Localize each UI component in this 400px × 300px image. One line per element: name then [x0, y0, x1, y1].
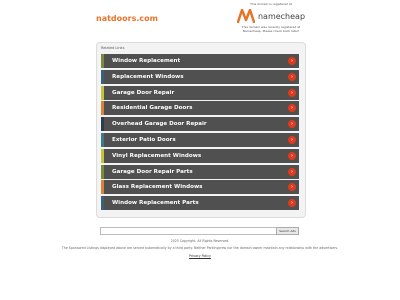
related-links-panel: Related Links Window Replacement › Replace… [96, 42, 306, 218]
arrow-right-icon: › [288, 72, 296, 81]
arrow-right-icon: › [288, 167, 296, 176]
related-link-label: Vinyl Replacement Windows [112, 152, 202, 159]
arrow-right-icon: › [288, 120, 296, 129]
arrow-right-icon: › [288, 151, 296, 160]
related-link[interactable]: Vinyl Replacement Windows › [101, 148, 299, 163]
related-link-label: Garage Door Repair [112, 89, 175, 96]
related-link[interactable]: Glass Replacement Windows › [101, 180, 299, 195]
related-link[interactable]: Replacement Windows › [101, 69, 299, 84]
copyright-text: 2025 Copyright. All Rights Reserved. [170, 239, 230, 243]
arrow-right-icon: › [288, 199, 296, 208]
related-link-label: Window Replacement Parts [112, 200, 199, 207]
panel-title: Related Links [101, 46, 125, 50]
related-link-label: Replacement Windows [112, 73, 184, 80]
arrow-right-icon: › [288, 183, 296, 192]
related-link-label: Exterior Patio Doors [112, 136, 176, 143]
related-link[interactable]: Garage Door Repair Parts › [101, 164, 299, 179]
related-link[interactable]: Window Replacement › [101, 54, 299, 68]
disclaimer-text: The Sponsored Listings displayed above a… [61, 246, 339, 250]
arrow-right-icon: › [288, 135, 296, 144]
search-button[interactable]: Search Ads [276, 227, 299, 235]
related-link[interactable]: Exterior Patio Doors › [101, 132, 299, 147]
footer: 2025 Copyright. All Rights Reserved. The… [60, 239, 340, 258]
arrow-right-icon: › [288, 104, 296, 113]
domain-name: natdoors.com [96, 14, 158, 23]
registrar-badge[interactable]: This domain is registered at namecheap T… [234, 2, 308, 33]
links-list: Window Replacement › Replacement Windows › G… [101, 54, 299, 212]
related-link-label: Window Replacement [112, 58, 181, 64]
privacy-policy-link[interactable]: Privacy Policy [60, 254, 340, 258]
registrar-bottom-text: This domain was recently registered at N… [241, 25, 301, 33]
related-link-label: Residential Garage Doors [112, 105, 193, 112]
registrar-top-text: This domain is registered at [250, 2, 292, 6]
search-row: Search Ads [100, 227, 300, 235]
related-link[interactable]: Window Replacement Parts › [101, 196, 299, 211]
namecheap-logo[interactable]: namecheap [234, 9, 308, 23]
arrow-right-icon: › [288, 88, 296, 97]
related-link-label: Overhead Garage Door Repair [112, 121, 207, 128]
related-link[interactable]: Garage Door Repair › [101, 85, 299, 100]
search-input[interactable] [100, 227, 278, 235]
arrow-right-icon: › [288, 57, 296, 65]
related-link-label: Garage Door Repair Parts [112, 168, 193, 175]
header: natdoors.com This domain is registered a… [0, 0, 400, 40]
related-link[interactable]: Overhead Garage Door Repair › [101, 117, 299, 132]
namecheap-wordmark: namecheap [257, 11, 306, 21]
related-link[interactable]: Residential Garage Doors › [101, 101, 299, 116]
namecheap-logo-icon [236, 9, 255, 23]
related-link-label: Glass Replacement Windows [112, 184, 203, 191]
